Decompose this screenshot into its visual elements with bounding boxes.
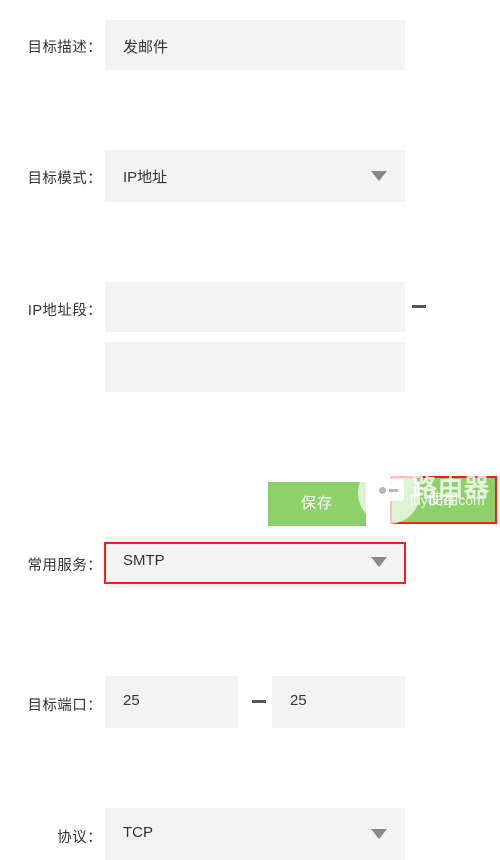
label-common-service: 常用服务： <box>27 558 102 574</box>
protocol-value: TCP <box>123 824 153 841</box>
form-row-protocol: 协议： TCP <box>0 404 500 860</box>
form-row-ip-range: IP地址段： <box>0 141 500 392</box>
target-description-input[interactable]: 发邮件 <box>105 20 405 70</box>
label-target-port: 目标端口： <box>27 698 102 714</box>
target-port-end-value: 25 <box>290 692 307 709</box>
firewall-rule-form: 目标描述： 发邮件 目标模式： IP地址 IP地址段： 常用服务： SMTP 目… <box>0 0 500 860</box>
protocol-select[interactable]: TCP <box>105 808 405 860</box>
chevron-down-icon[interactable] <box>371 829 387 839</box>
target-port-end-input[interactable]: 25 <box>272 676 405 728</box>
save-button[interactable]: 保存 <box>268 482 366 526</box>
label-target-description: 目标描述： <box>27 40 102 56</box>
target-port-separator <box>252 700 266 703</box>
form-row-target-description: 目标描述： 发邮件 <box>0 10 500 70</box>
target-port-start-input[interactable]: 25 <box>105 676 238 728</box>
label-protocol: 协议： <box>57 830 102 846</box>
target-port-start-value: 25 <box>123 692 140 709</box>
target-description-value: 发邮件 <box>123 39 169 56</box>
secondary-action-button[interactable]: 使用 <box>392 478 495 522</box>
form-row-common-service: 常用服务： SMTP <box>0 268 500 588</box>
form-row-target-mode: 目标模式： IP地址 <box>0 75 500 202</box>
form-row-target-port: 目标端口： 25 25 <box>0 338 500 728</box>
common-service-value: SMTP <box>123 552 165 569</box>
common-service-select[interactable]: SMTP <box>105 536 405 588</box>
chevron-down-icon[interactable] <box>371 557 387 567</box>
